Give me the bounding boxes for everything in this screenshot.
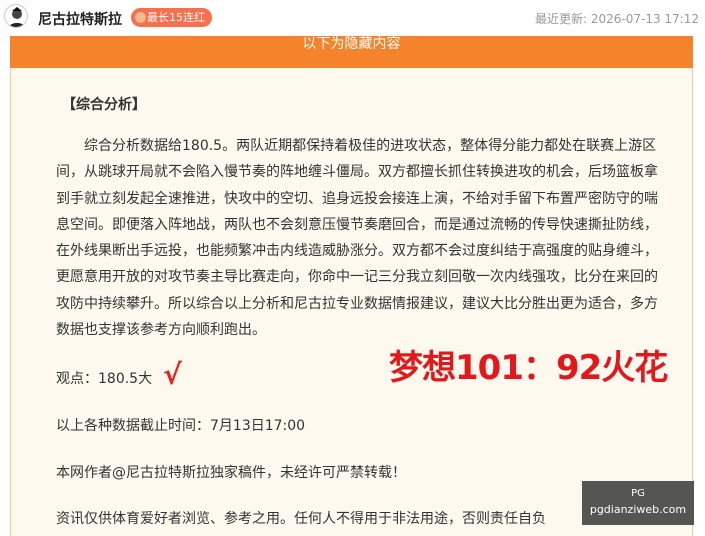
disclaimer: 资讯仅供体育爱好者浏览、参考之用。任何人不得用于非法用途，否则责任自负: [56, 511, 546, 527]
portrait-icon: [8, 7, 26, 27]
last-updated-time: 2026-07-13 17:12: [590, 12, 699, 26]
avatar[interactable]: [4, 4, 28, 28]
analysis-line: 更愿意用开放的对攻节奏主导比赛走向，你命中一记三分我立刻回敬一次内线强攻，比分在…: [56, 269, 658, 286]
analysis-paragraph: 综合分析数据给180.5。两队近期都保持着极佳的进攻状态，整体得分能力都处在联赛…: [56, 133, 672, 343]
watermark-line2: pgdianziweb.com: [589, 503, 687, 516]
author-name[interactable]: 尼古拉特斯拉: [38, 9, 122, 29]
streak-badge: 最长15连红: [131, 8, 212, 27]
section-title: 【综合分析】: [62, 97, 146, 113]
analysis-line: 在外线果断出手远投，也能频繁冲击内线造威胁涨分。双方都不会过度纠结于高强度的贴身…: [56, 243, 658, 260]
analysis-line: 综合分析数据给180.5。两队近期都保持着极佳的进攻状态，整体得分能力都处在联赛…: [84, 138, 657, 154]
last-updated: 最近更新: 2026-07-13 17:12: [535, 10, 699, 27]
streak-badge-label: 最长15连红: [147, 11, 205, 24]
data-deadline: 以上各种数据截止时间：7月13日17:00: [56, 418, 306, 434]
site-watermark: PG pgdianziweb.com: [582, 481, 694, 525]
analysis-line: 息空间。即便落入阵地战，两队也不会刻意压慢节奏磨回合，而是通过流畅的传导快速撕扯…: [56, 216, 658, 233]
watermark-line1: PG: [631, 488, 645, 499]
last-updated-label: 最近更新:: [534, 12, 588, 26]
result-overlay: 梦想101：92火花: [389, 348, 668, 388]
copyright-notice: 本网作者@尼古拉特斯拉独家稿件，未经许可严禁转载！: [56, 465, 406, 481]
fire-icon: [135, 12, 146, 23]
analysis-line: 攻防中持续攀升。所以综合以上分析和尼古拉专业数据情报建议，建议大比分胜出更为适合…: [56, 295, 658, 312]
hidden-content-bar-label: 以下为隐藏内容: [302, 36, 401, 52]
hidden-content-bar: 以下为隐藏内容: [10, 36, 693, 68]
analysis-line: 间，从跳球开局就不会陷入慢节奏的阵地缠斗僵局。双方都擅长抓住转换进攻的机会，后场…: [56, 164, 658, 181]
viewpoint: 观点：180.5大: [56, 371, 153, 387]
check-mark-icon: √: [163, 358, 182, 391]
analysis-line: 到手就立刻发起全速推进，快攻中的空切、追身远投会接连上演，不给对手留下布置严密防…: [56, 190, 658, 207]
